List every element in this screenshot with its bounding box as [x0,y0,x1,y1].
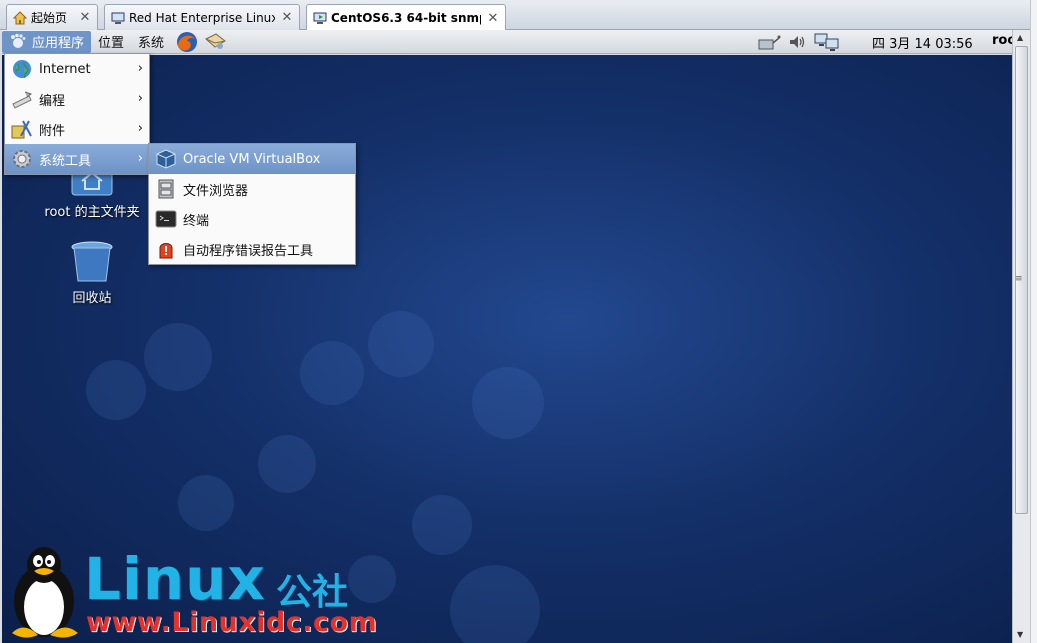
menu-item-label: 系统工具 [39,153,92,169]
network-manager-icon[interactable] [814,32,840,52]
vm-running-icon [313,12,327,24]
scroll-down-icon[interactable]: ▼ [1017,630,1023,639]
system-tools-submenu: Oracle VM VirtualBox 文件浏览器 终端 自动程序错误报告工具 [148,143,356,265]
applications-menu-label: 应用程序 [32,36,85,51]
menu-item-internet[interactable]: Internet › [5,54,149,84]
menu-item-label: 终端 [183,213,210,229]
clock[interactable]: 四 3月 14 03:56 [872,33,973,52]
tab-label: 起始页 [31,11,68,25]
wallpaper-bubble [472,367,544,439]
chevron-right-icon: › [137,121,143,136]
menu-item-programming[interactable]: 编程 › [5,84,149,114]
menu-item-file-browser[interactable]: 文件浏览器 [149,174,355,204]
browser-tab-bar: 起始页 ✕ Red Hat Enterprise Linux 6.3 ... ✕… [0,0,1037,31]
globe-icon [13,60,31,79]
wallpaper-bubble [144,323,212,391]
watermark-url: www.Linuxidc.com [86,607,378,638]
menu-item-label: 附件 [39,123,66,139]
menu-item-system-tools[interactable]: 系统工具 › [5,144,149,174]
home-icon [13,10,27,24]
wallpaper-bubble [412,495,472,555]
places-menu-label: 位置 [98,36,125,51]
places-menu[interactable]: 位置 [91,31,131,53]
menu-item-accessories[interactable]: 附件 › [5,114,149,144]
window-edge [1030,0,1037,643]
trash-label: 回收站 [72,291,112,306]
close-icon[interactable]: ✕ [487,11,499,26]
file-cabinet-icon [158,179,174,199]
network-icon[interactable] [757,32,781,52]
virtualbox-icon [156,149,176,169]
menu-item-label: Internet [39,61,91,77]
firefox-icon[interactable] [175,31,199,53]
home-folder-label: root 的主文件夹 [44,205,140,220]
user-menu[interactable]: root [992,33,1014,48]
wallpaper-bubble [368,311,434,377]
wallpaper-bubble [86,360,146,420]
menu-item-label: 编程 [39,93,66,109]
system-menu-label: 系统 [138,36,165,51]
linuxidc-watermark: Linux 公社 www.Linuxidc.com [0,545,380,643]
tab-rhel-vm[interactable]: Red Hat Enterprise Linux 6.3 ... ✕ [104,4,300,30]
accessories-icon [11,120,32,139]
terminal-icon [155,210,177,228]
gnome-foot-icon [11,33,26,48]
menu-item-bug-report[interactable]: 自动程序错误报告工具 [149,234,355,264]
tux-penguin-logo [12,547,78,638]
close-icon[interactable]: ✕ [281,10,293,25]
volume-icon[interactable] [787,32,807,52]
vm-icon [111,12,125,24]
chevron-right-icon: › [137,91,143,106]
grip-icon: ≡ [1015,274,1023,284]
wallpaper-bubble [300,341,364,405]
system-menu[interactable]: 系统 [131,31,171,53]
scroll-up-icon[interactable]: ▲ [1017,33,1023,42]
trash-icon [71,241,113,282]
bug-report-icon [159,243,173,259]
wallpaper-bubble [450,565,540,643]
close-icon[interactable]: ✕ [79,10,91,25]
mail-icon[interactable] [203,31,227,53]
tab-start-page[interactable]: 起始页 ✕ [6,4,98,30]
wallpaper-bubble [178,475,234,531]
menu-item-label: 文件浏览器 [183,183,249,199]
programming-icon [12,91,33,109]
tab-label: CentOS6.3 64-bit snmp vir... [331,11,481,25]
watermark-brand: Linux [84,545,266,613]
chevron-right-icon: › [137,61,143,76]
tab-centos-vm[interactable]: CentOS6.3 64-bit snmp vir... ✕ [306,4,506,31]
menu-item-virtualbox[interactable]: Oracle VM VirtualBox [149,144,355,174]
chevron-right-icon: › [137,151,143,166]
applications-dropdown: Internet › 编程 › 附件 › 系统工具 › [4,53,150,175]
applications-menu[interactable]: 应用程序 [2,30,92,53]
tab-label: Red Hat Enterprise Linux 6.3 ... [129,10,275,25]
system-tools-icon [13,150,31,168]
menu-item-label: Oracle VM VirtualBox [183,151,321,167]
vertical-scrollbar[interactable]: ▲ ▼ [1012,30,1030,643]
menu-item-label: 自动程序错误报告工具 [183,243,314,259]
menu-item-terminal[interactable]: 终端 [149,204,355,234]
trash-desktop-icon[interactable]: 回收站 [37,239,147,306]
gnome-top-panel: 应用程序 位置 系统 四 3月 14 03:56 root [2,30,1014,54]
wallpaper-bubble [258,435,316,493]
